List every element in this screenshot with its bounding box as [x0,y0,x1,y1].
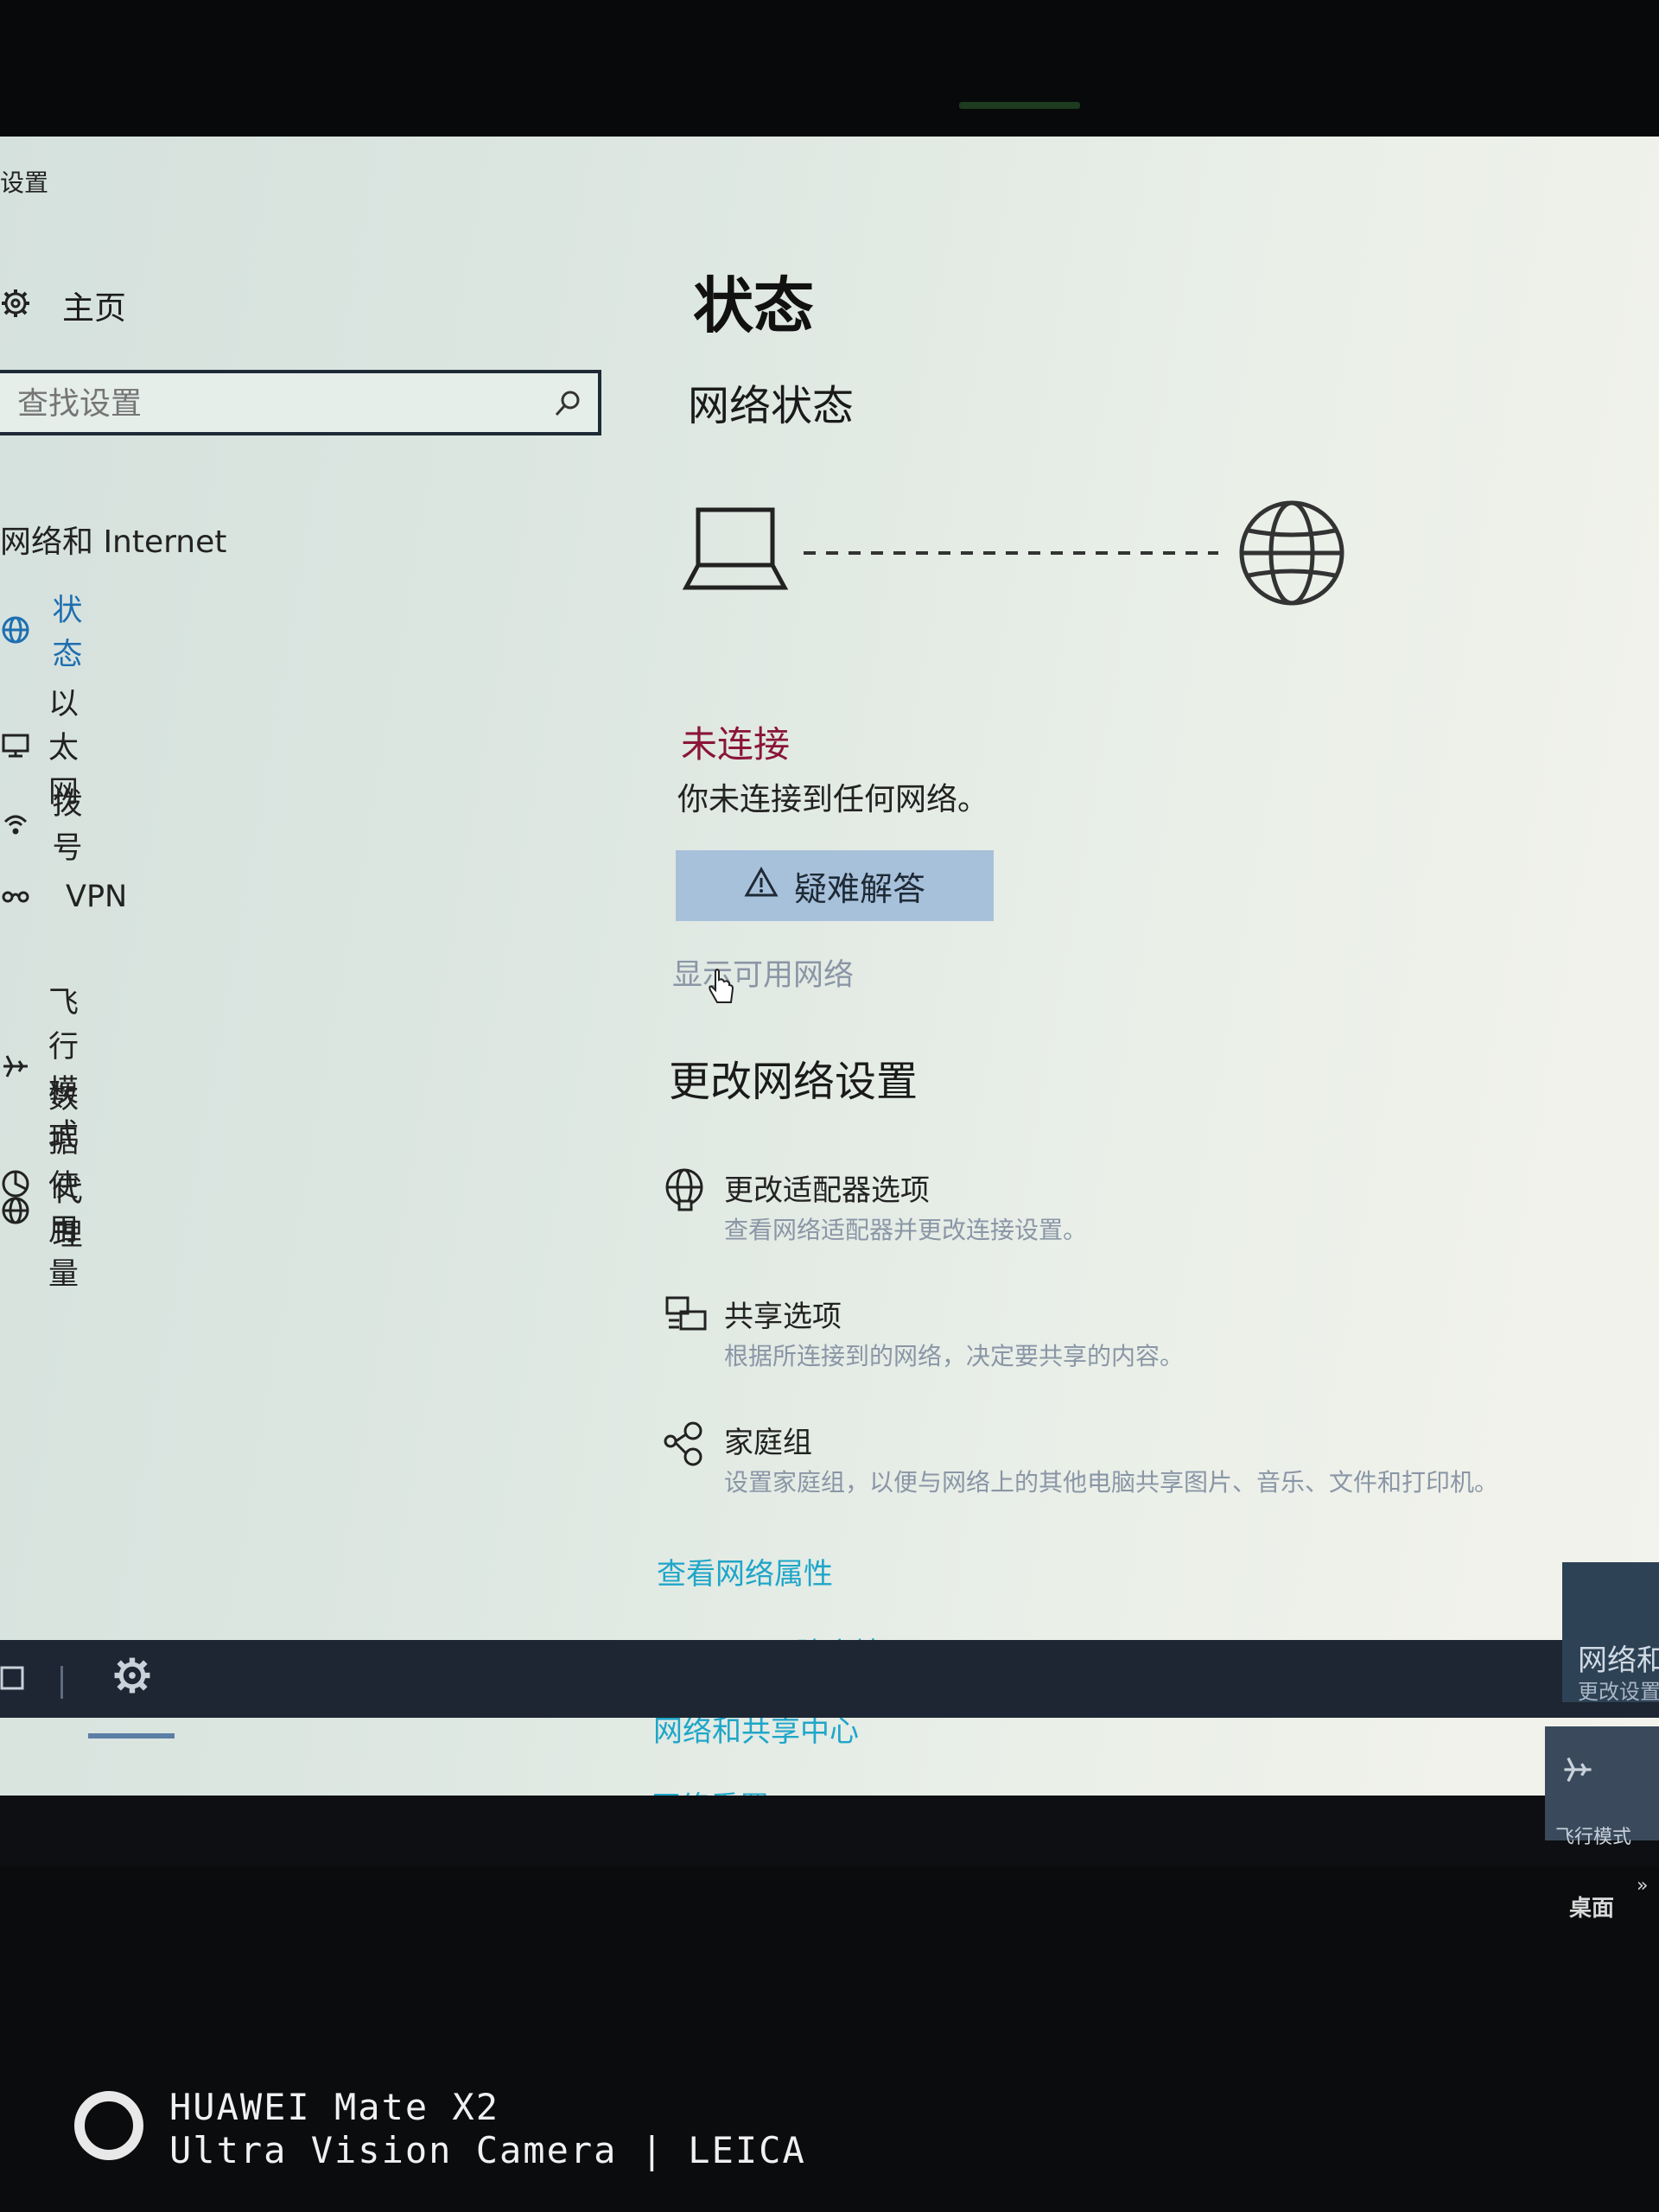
sidebar-item-vpn[interactable]: VPN [0,880,127,914]
section-title: 网络和 Internet [0,524,227,560]
sharing-icon [662,1293,724,1373]
search-box [0,370,601,435]
gear-icon [0,288,31,322]
troubleshoot-label: 疑难解答 [793,869,925,908]
settings-gear-icon[interactable] [112,1656,152,1699]
sidebar-item-label: 状态 [52,594,83,672]
link-network-properties[interactable]: 查看网络属性 [657,1550,833,1592]
option-homegroup[interactable]: 家庭组 设置家庭组，以便与网络上的其他电脑共享图片、音乐、文件和打印机。 [662,1419,1605,1499]
hand-cursor-icon [707,968,736,1011]
option-desc: 设置家庭组，以便与网络上的其他电脑共享图片、音乐、文件和打印机。 [724,1468,1499,1497]
dialup-icon [0,808,35,839]
vpn-icon [0,881,48,912]
troubleshoot-button[interactable]: 疑难解答 [676,850,994,921]
option-title: 更改适配器选项 [724,1173,930,1208]
option-sharing[interactable]: 共享选项 根据所连接到的网络，决定要共享的内容。 [662,1293,1605,1373]
taskbar [0,1640,1659,1718]
webcam-indicator [959,102,1080,109]
quick-action-label: 飞行模式 [1555,1827,1632,1848]
home-nav[interactable]: 主页 [0,282,126,328]
sidebar-item-label: 拨号 [52,787,83,866]
network-diagram [682,499,1357,624]
ethernet-icon [0,730,31,761]
notification-title: 网络和 [1578,1643,1659,1678]
globe-icon [1239,500,1344,606]
window-title: 设置 [0,168,49,197]
sidebar-item-label: VPN [66,880,128,914]
homegroup-icon [662,1419,724,1499]
change-settings-title: 更改网络设置 [669,1058,918,1106]
search-input[interactable] [16,382,520,425]
sidebar-item-proxy[interactable]: 代理 [0,1166,96,1255]
notification-desc: 更改设置 [1578,1680,1659,1704]
globe-icon [0,614,35,645]
option-title: 共享选项 [724,1300,842,1334]
option-desc: 根据所连接到的网络，决定要共享的内容。 [724,1342,1185,1370]
task-view-icon[interactable] [0,1662,26,1697]
home-label: 主页 [62,289,126,327]
network-status-title: 网络状态 [688,382,855,430]
option-adapter[interactable]: 更改适配器选项 查看网络适配器并更改连接设置。 [662,1166,1605,1247]
option-desc: 查看网络适配器并更改连接设置。 [724,1216,1088,1244]
link-network-reset[interactable]: 网络重置 [652,1783,769,1796]
connection-status: 未连接 [681,723,791,766]
option-title: 家庭组 [724,1426,812,1460]
sidebar-item-status[interactable]: 状态 [0,586,96,674]
sidebar-item-dialup[interactable]: 拨号 [0,779,96,868]
desktop-label[interactable]: 桌面 [1569,1891,1614,1923]
camera-logo-icon [74,2091,143,2160]
search-icon[interactable] [553,389,582,422]
watermark-line2: Ultra Vision Camera | LEICA [169,2129,806,2171]
quick-action-airplane[interactable]: 飞行模式 [1545,1726,1659,1848]
connection-status-detail: 你未连接到任何网络。 [677,782,989,817]
page-title: 状态 [693,270,814,341]
taskbar-divider [60,1666,63,1699]
laptop-icon [682,507,789,590]
globe-icon [0,1195,35,1226]
warning-icon [744,866,779,906]
desktop-arrow[interactable]: » [1637,1875,1648,1897]
settings-window: 设置 主页 网络和 Internet 状态 以太网 [0,137,1659,1796]
active-app-indicator [88,1733,175,1738]
adapter-icon [662,1166,724,1247]
airplane-icon [1560,1752,1595,1790]
monitor-top-bezel [0,0,1659,138]
show-networks-link[interactable]: 显示可用网络 [672,950,854,995]
watermark-line1: HUAWEI Mate X2 [169,2086,500,2128]
sidebar-item-label: 代理 [52,1174,83,1253]
network-notification[interactable]: 网络和 更改设置 [1562,1562,1659,1704]
